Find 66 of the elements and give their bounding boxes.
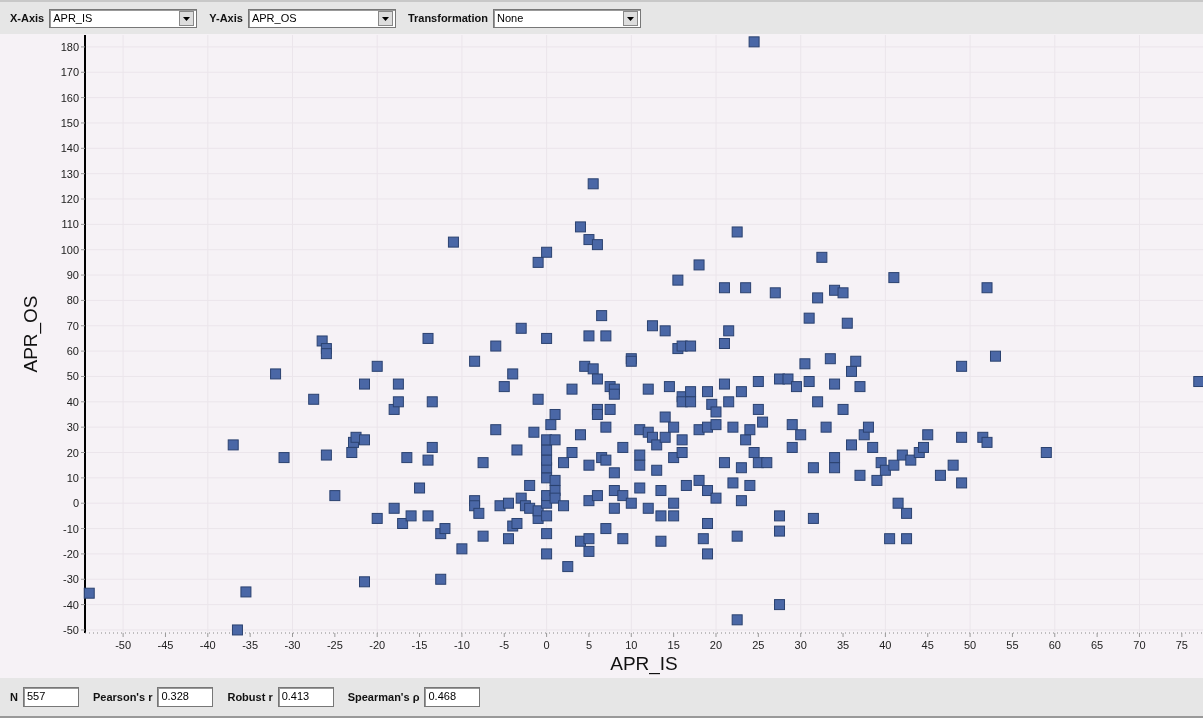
y-tick-label: 50 <box>66 370 79 383</box>
stat-label: Spearman's ρ <box>347 691 420 703</box>
y-tick-label: 30 <box>66 421 79 434</box>
x-tick-label: 65 <box>1091 639 1104 651</box>
y-tick-label: 130 <box>60 167 79 180</box>
x-tick-label: 20 <box>709 639 723 651</box>
y-tick-label: 60 <box>66 345 79 358</box>
y-tick-label: -50 <box>63 623 79 636</box>
y-tick-label: 180 <box>60 40 79 53</box>
y-tick-label: 120 <box>60 193 79 205</box>
stat-label: Pearson's r <box>92 691 153 703</box>
stat-label: N <box>10 691 18 703</box>
x-tick-label: 50 <box>963 639 977 651</box>
y-tick-label: 20 <box>66 446 79 459</box>
y-tick-label: 140 <box>60 142 79 155</box>
x-tick-label: 0 <box>543 639 550 651</box>
x-tick-label: 5 <box>585 639 592 651</box>
x-tick-label: -25 <box>326 639 343 651</box>
x-tick-label: -20 <box>369 639 386 651</box>
x-tick-label: 75 <box>1175 639 1188 651</box>
x-tick-label: 60 <box>1048 639 1061 651</box>
x-axis-title: APR_IS <box>610 653 678 674</box>
dropdown[interactable]: APR_IS <box>49 8 198 28</box>
x-tick-label: -35 <box>242 639 259 651</box>
x-tick-label: 35 <box>836 639 850 651</box>
y-tick-label: -10 <box>63 522 79 535</box>
stat-field[interactable]: 0.468 <box>424 687 481 707</box>
x-tick-label: -40 <box>199 639 216 651</box>
y-axis-title: APR_OS <box>20 295 41 373</box>
x-tick-label: 40 <box>879 639 892 651</box>
x-tick-label: -45 <box>157 639 174 651</box>
y-tick-label: 40 <box>66 395 79 408</box>
y-tick-label: 80 <box>66 294 79 307</box>
field-label: X-Axis <box>10 12 45 24</box>
y-tick-label: 110 <box>61 218 79 231</box>
x-tick-label: -15 <box>411 639 428 651</box>
y-tick-label: 160 <box>60 91 79 104</box>
dropdown[interactable]: APR_OS <box>247 8 396 28</box>
y-tick-label: 0 <box>72 497 79 510</box>
x-tick-label: -50 <box>115 639 132 651</box>
y-tick-label: 70 <box>66 319 79 332</box>
y-tick-label: -20 <box>63 547 79 560</box>
y-tick-label: 10 <box>66 471 79 484</box>
field-label: Y-Axis <box>209 12 243 24</box>
x-tick-label: 15 <box>667 639 680 651</box>
stat-field[interactable]: 557 <box>22 687 79 707</box>
y-tick-label: 90 <box>66 269 79 282</box>
y-tick-label: 150 <box>60 116 79 129</box>
x-tick-label: 10 <box>625 639 638 651</box>
y-tick-label: -40 <box>63 598 79 611</box>
x-tick-label: 45 <box>921 639 934 651</box>
x-tick-label: 55 <box>1006 639 1019 651</box>
x-tick-label: 70 <box>1133 639 1146 651</box>
x-tick-label: -5 <box>499 639 510 651</box>
y-tick-label: 100 <box>60 243 79 256</box>
x-tick-label: -10 <box>453 639 470 651</box>
x-tick-label: 25 <box>752 639 765 651</box>
y-tick-label: -30 <box>63 573 79 586</box>
stat-label: Robust r <box>227 691 273 703</box>
stat-field[interactable]: 0.413 <box>277 687 334 707</box>
stat-field[interactable]: 0.328 <box>157 687 214 707</box>
dropdown[interactable]: None <box>492 8 641 28</box>
x-tick-label: -30 <box>284 639 301 651</box>
x-tick-label: 30 <box>794 639 807 651</box>
field-label: Transformation <box>407 12 488 24</box>
y-tick-label: 170 <box>60 66 79 79</box>
